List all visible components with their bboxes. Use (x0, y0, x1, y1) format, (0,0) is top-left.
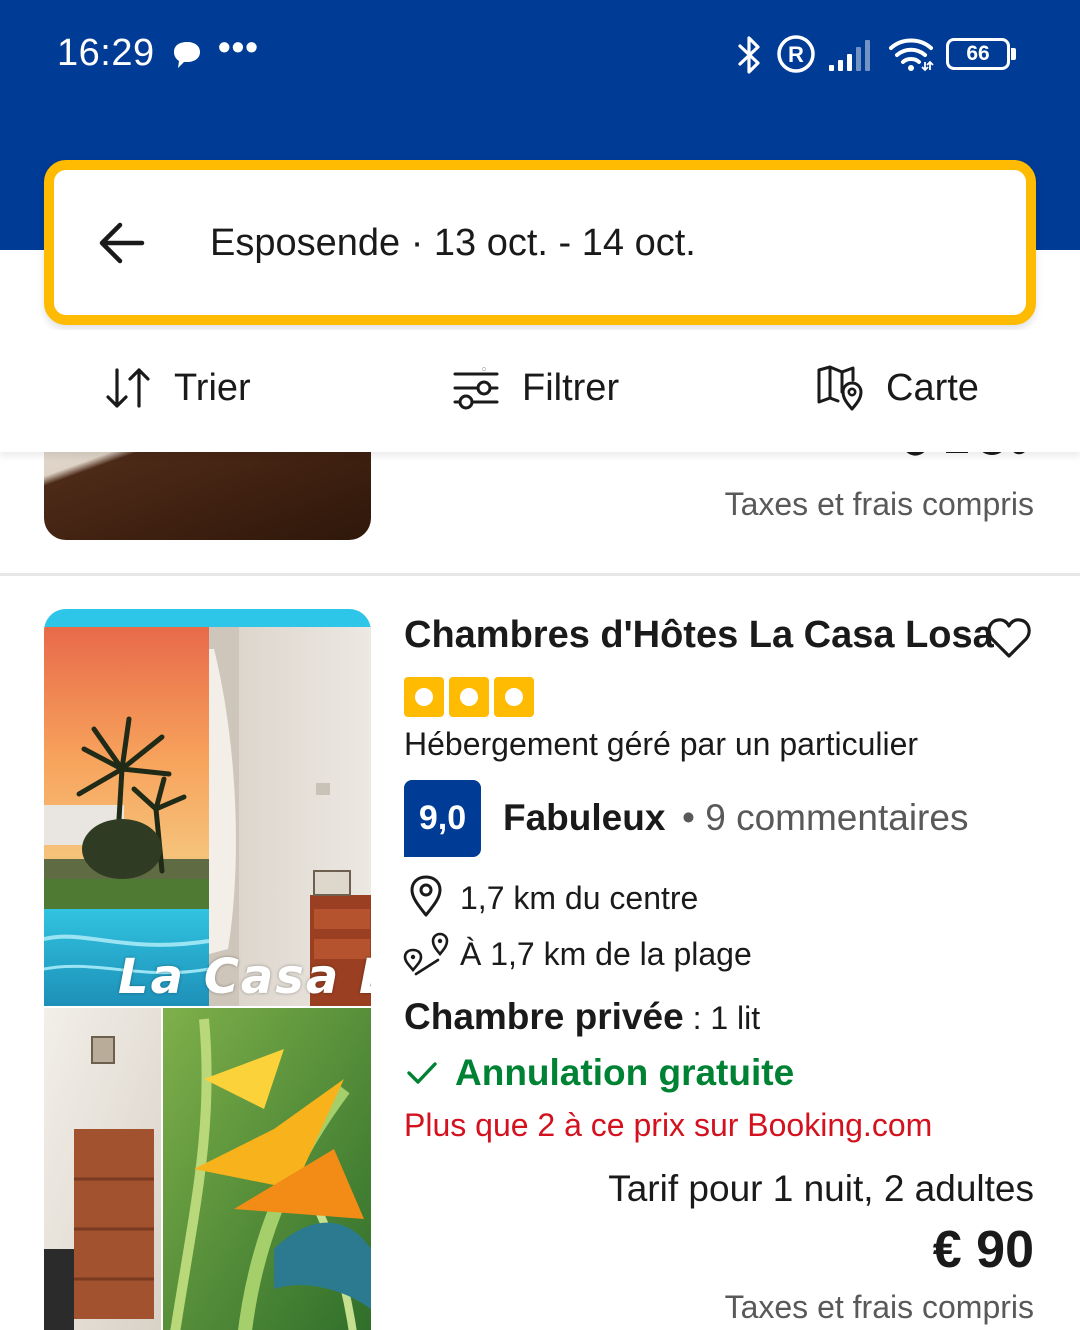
location-pin-icon (410, 875, 442, 917)
host-type: Hébergement géré par un particulier (404, 726, 919, 762)
filter-button[interactable]: Filtrer (452, 360, 619, 416)
room-info: Chambre privée : 1 lit (404, 996, 760, 1038)
bluetooth-icon (738, 36, 760, 74)
rating-square-icon (494, 677, 534, 717)
previous-listing-price-clipped (900, 452, 1030, 456)
property-name[interactable]: Chambres d'Hôtes La Casa Losa (404, 614, 994, 657)
filter-label: Filtrer (522, 366, 620, 409)
search-summary-text[interactable]: Esposende · 13 oct. - 14 oct. (210, 222, 696, 265)
route-pins-icon (403, 932, 449, 976)
room-separator: : (683, 1000, 711, 1036)
star-rating (404, 677, 534, 717)
listing-photo[interactable]: La Casa Lo (44, 609, 371, 1330)
previous-listing-card[interactable]: Taxes et frais compris (0, 452, 1080, 574)
map-button[interactable]: Carte (816, 360, 979, 416)
price: € 90 (932, 1221, 1034, 1279)
status-bar: 16:29 ••• R 66 (0, 0, 1080, 110)
review-count: • 9 commentaires (682, 797, 969, 838)
sort-button[interactable]: Trier (104, 360, 251, 416)
review-score-word: Fabuleux (503, 797, 666, 838)
scarcity-message: Plus que 2 à ce prix sur Booking.com (404, 1107, 933, 1143)
search-summary-box[interactable]: Esposende · 13 oct. - 14 oct. (44, 160, 1036, 325)
status-time: 16:29 (57, 32, 155, 74)
signal-strength-icon (829, 40, 870, 71)
filter-sliders-icon (453, 367, 499, 410)
map-label: Carte (886, 366, 979, 409)
battery-level: 66 (966, 42, 990, 65)
free-cancellation: Annulation gratuite (455, 1052, 795, 1093)
sort-arrows-icon (106, 368, 150, 408)
back-arrow-icon[interactable] (96, 220, 146, 266)
taxes-note: Taxes et frais compris (724, 1289, 1034, 1325)
room-type: Chambre privée (404, 996, 684, 1037)
rating-square-icon (449, 677, 489, 717)
listing-card[interactable]: La Casa Lo Chambres d'Hôtes La Casa Losa… (0, 576, 1080, 1330)
room-beds: 1 lit (710, 1000, 761, 1036)
review-score-badge: 9,0 (404, 780, 481, 857)
results-toolbar: Trier Filtrer Carte (0, 330, 1080, 452)
wifi-icon (889, 38, 934, 72)
distance-to-center: 1,7 km du centre (460, 880, 699, 916)
rate-description: Tarif pour 1 nuit, 2 adultes (608, 1168, 1034, 1209)
map-pin-icon (817, 365, 863, 411)
rating-square-icon (404, 677, 444, 717)
distance-to-beach: À 1,7 km de la plage (460, 936, 752, 972)
svg-text:R: R (788, 42, 804, 67)
battery-icon: 66 (946, 38, 1018, 70)
previous-listing-photo[interactable] (44, 452, 371, 540)
message-bubble-icon (174, 42, 200, 68)
previous-listing-taxes-note: Taxes et frais compris (724, 486, 1034, 522)
sort-label: Trier (174, 366, 251, 409)
heart-icon[interactable] (986, 616, 1032, 660)
photo-watermark-text: La Casa Lo (118, 949, 371, 1005)
roaming-icon: R (777, 35, 815, 73)
checkmark-icon (407, 1062, 437, 1084)
more-notifications-icon: ••• (218, 26, 259, 67)
